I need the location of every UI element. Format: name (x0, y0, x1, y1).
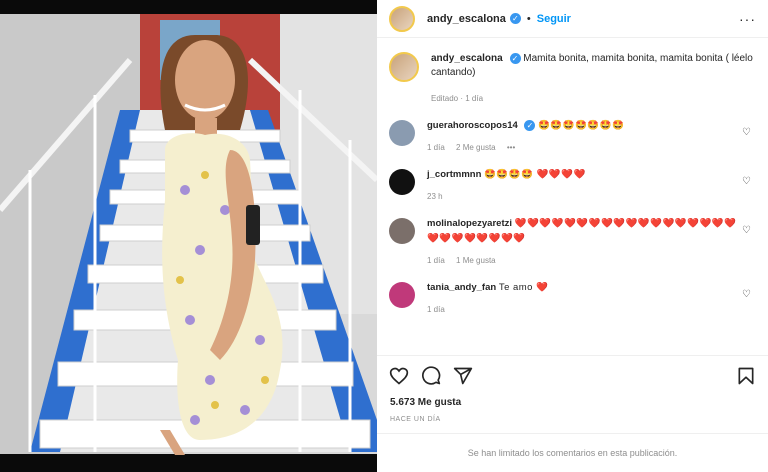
commenter-avatar[interactable] (389, 282, 415, 308)
post-photo-illustration (0, 0, 377, 472)
author-username[interactable]: andy_escalona (427, 13, 506, 25)
comment-time: 1 día (427, 256, 445, 265)
comments-limited-notice: Se han limitado los comentarios en esta … (377, 433, 768, 472)
comment-meta: 23 h (427, 189, 737, 204)
comment-like-heart-icon[interactable]: ♡ (742, 128, 752, 138)
separator-dot: • (526, 12, 531, 25)
comment-like-heart-icon[interactable]: ♡ (742, 226, 752, 236)
comment-meta: 1 día 1 Me gusta (427, 253, 737, 268)
likes-count[interactable]: 5.673 Me gusta (377, 395, 768, 408)
comment-username[interactable]: molinalopezyaretzi (427, 218, 512, 229)
comment-icon[interactable] (421, 365, 441, 386)
comment-text: Te amo ❤️ (498, 282, 549, 293)
comment-like-heart-icon[interactable]: ♡ (742, 290, 752, 300)
comment-body: j_cortmmnn 🤩🤩🤩🤩 ❤️❤️❤️❤️ 23 h (427, 167, 737, 204)
comment-item: tania_andy_fan Te amo ❤️ 1 día ♡ (389, 280, 756, 317)
comments-list[interactable]: andy_escalona ✓ Mamita bonita, mamita bo… (377, 38, 768, 354)
comment-body: tania_andy_fan Te amo ❤️ 1 día (427, 280, 737, 317)
post-details-panel: andy_escalona ✓ • Seguir ··· andy_escalo… (377, 0, 768, 472)
comment-text: 🤩🤩🤩🤩🤩🤩🤩 (538, 120, 625, 131)
post-image (0, 0, 377, 472)
comment-body: guerahoroscopos14 ✓ 🤩🤩🤩🤩🤩🤩🤩 1 día 2 Me g… (427, 118, 737, 155)
caption-body: andy_escalona ✓ Mamita bonita, mamita bo… (431, 52, 755, 106)
post-date[interactable]: HACE UN DÍA (377, 408, 768, 423)
share-icon[interactable] (453, 366, 473, 386)
bookmark-icon[interactable] (736, 366, 756, 386)
verified-badge-icon: ✓ (509, 13, 521, 24)
comment-time: 23 h (427, 192, 443, 201)
follow-button[interactable]: Seguir (537, 13, 571, 25)
commenter-avatar[interactable] (389, 120, 415, 146)
post-header: andy_escalona ✓ • Seguir ··· (377, 0, 768, 38)
comment-meta: 1 día 2 Me gusta ••• (427, 140, 737, 155)
author-avatar[interactable] (389, 5, 415, 32)
comment-meta: 1 día (427, 302, 737, 317)
comment-like-heart-icon[interactable]: ♡ (742, 177, 752, 187)
comment-username[interactable]: tania_andy_fan (427, 282, 496, 293)
comment-text: 🤩🤩🤩🤩 ❤️❤️❤️❤️ (484, 169, 586, 180)
commenter-avatar[interactable] (389, 218, 415, 244)
comment-more-icon[interactable]: ••• (507, 143, 515, 152)
comment-body: molinalopezyaretzi ❤️❤️❤️❤️❤️❤️❤️❤️❤️❤️❤… (427, 216, 737, 268)
caption-username[interactable]: andy_escalona (431, 53, 503, 64)
comment-likes[interactable]: 1 Me gusta (456, 256, 496, 265)
caption-avatar[interactable] (389, 52, 419, 82)
more-options-icon[interactable]: ··· (739, 11, 756, 27)
comment-time: 1 día (427, 305, 445, 314)
caption-meta: Editado · 1 día (431, 94, 484, 103)
comment-time: 1 día (427, 143, 445, 152)
heart-icon[interactable] (389, 366, 409, 386)
post-caption: andy_escalona ✓ Mamita bonita, mamita bo… (389, 38, 756, 106)
verified-badge-icon: ✓ (509, 52, 521, 64)
post-actions-bar (377, 355, 768, 395)
comment-username[interactable]: guerahoroscopos14 (427, 120, 518, 131)
comment-item: j_cortmmnn 🤩🤩🤩🤩 ❤️❤️❤️❤️ 23 h ♡ (389, 167, 756, 204)
comment-item: molinalopezyaretzi ❤️❤️❤️❤️❤️❤️❤️❤️❤️❤️❤… (389, 216, 756, 268)
commenter-avatar[interactable] (389, 169, 415, 195)
comment-item: guerahoroscopos14 ✓ 🤩🤩🤩🤩🤩🤩🤩 1 día 2 Me g… (389, 118, 756, 155)
verified-badge-icon: ✓ (524, 119, 536, 131)
comment-username[interactable]: j_cortmmnn (427, 169, 481, 180)
comment-likes[interactable]: 2 Me gusta (456, 143, 496, 152)
